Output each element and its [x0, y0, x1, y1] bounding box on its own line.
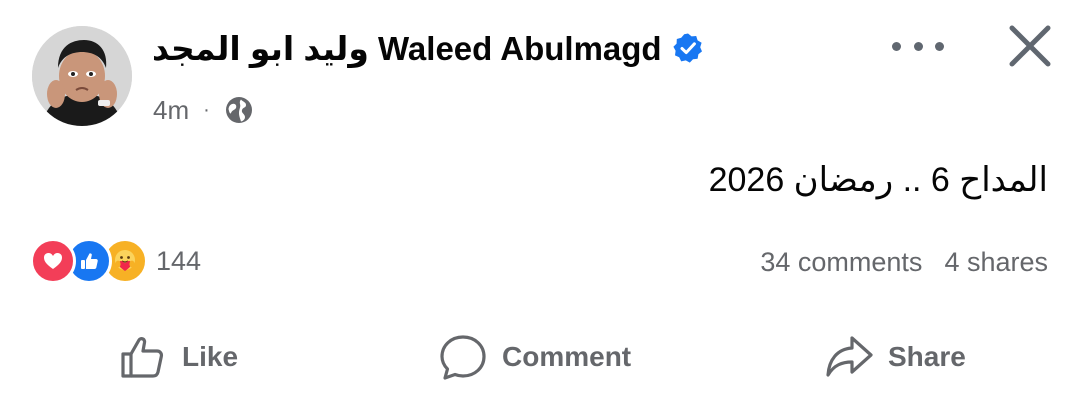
post-timestamp[interactable]: 4m: [153, 95, 189, 126]
post-meta: 4m ·: [153, 92, 254, 128]
reaction-count: 144: [156, 245, 202, 276]
share-arrow-icon: [826, 336, 873, 377]
close-icon: [1009, 25, 1051, 67]
more-dot-icon: [892, 41, 901, 51]
comment-bubble-icon: [440, 335, 486, 380]
love-icon: [30, 238, 76, 284]
comment-button[interactable]: Comment: [438, 330, 631, 384]
share-label: Share: [888, 341, 966, 372]
more-dot-icon: [935, 41, 944, 51]
verified-badge-icon: [672, 32, 704, 64]
more-options-button[interactable]: [892, 28, 944, 64]
more-dot-icon: [913, 41, 923, 51]
author-name[interactable]: وليد ابو المجد Waleed Abulmagd: [152, 29, 662, 68]
shares-count[interactable]: 4 shares: [944, 247, 1048, 278]
globe-icon[interactable]: [224, 95, 254, 125]
avatar[interactable]: [32, 26, 132, 126]
share-button[interactable]: Share: [824, 330, 966, 384]
comment-label: Comment: [502, 341, 632, 372]
meta-separator: ·: [203, 98, 210, 121]
like-button[interactable]: Like: [118, 330, 238, 384]
like-label: Like: [182, 341, 239, 372]
reactions-summary[interactable]: 144: [30, 238, 201, 284]
avatar-image: [32, 26, 132, 126]
thumbs-up-icon: [121, 337, 164, 378]
close-button[interactable]: [1004, 20, 1056, 72]
post-text: المداح 6 .. رمضان 2026: [708, 161, 1048, 199]
comments-count[interactable]: 34 comments: [760, 247, 922, 278]
post-author: وليد ابو المجد Waleed Abulmagd: [152, 24, 704, 72]
engagement-stats: 34 comments 4 shares: [760, 240, 1048, 284]
